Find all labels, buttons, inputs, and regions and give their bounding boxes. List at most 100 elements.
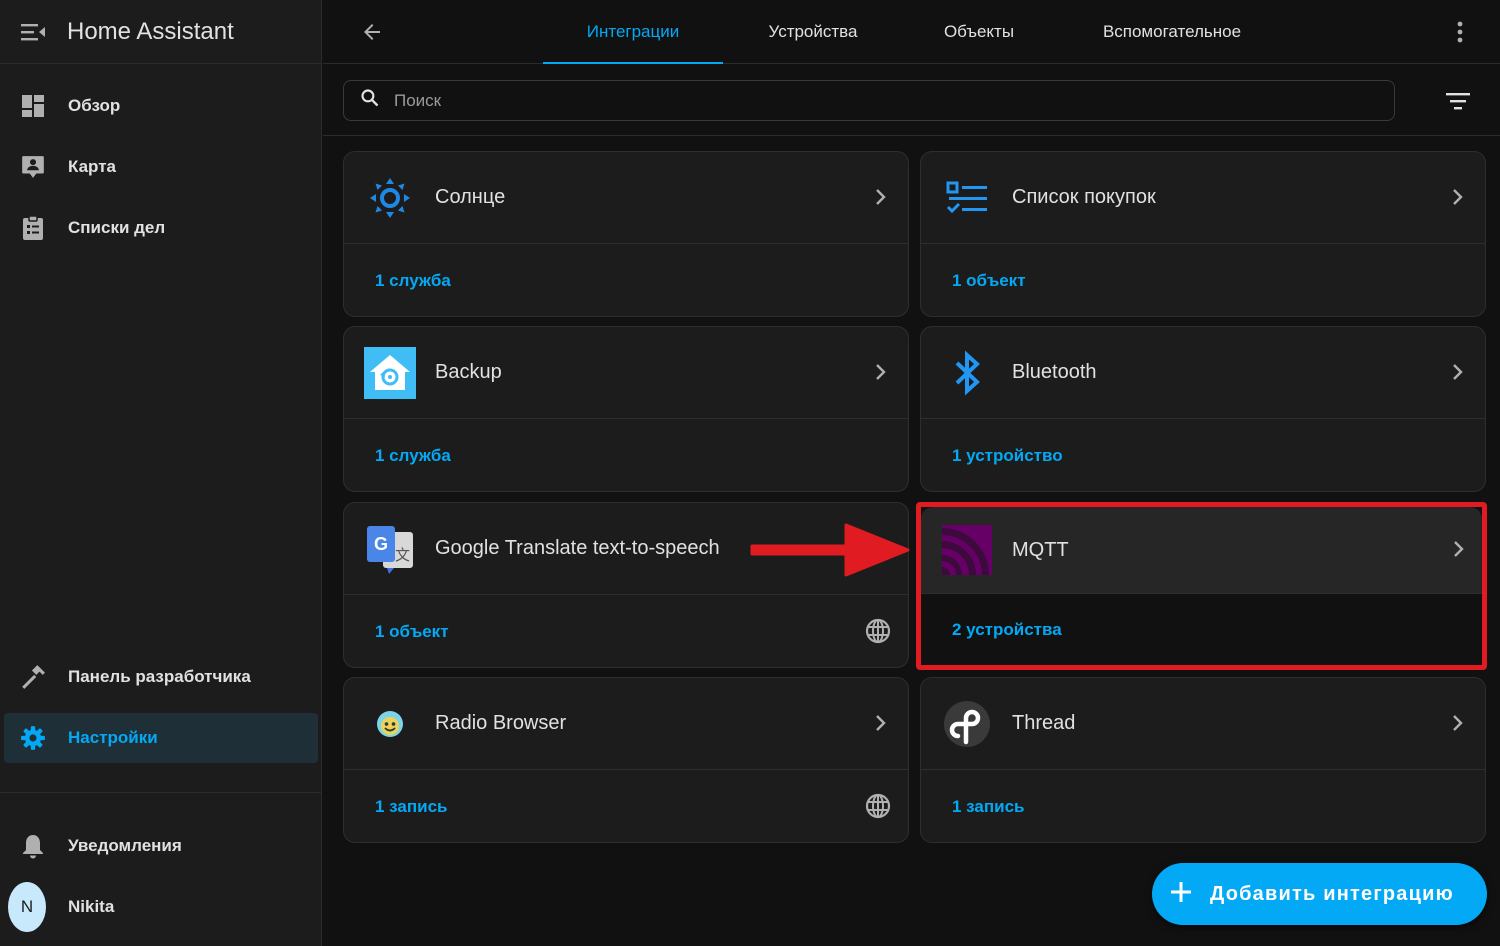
card-title: Thread	[1012, 712, 1076, 734]
card-title: Солнце	[435, 186, 506, 208]
svg-text:G: G	[374, 534, 388, 554]
avatar: N	[8, 882, 46, 932]
card-footer: 2 устройства	[921, 594, 1482, 665]
more-vertical-icon[interactable]	[1446, 18, 1474, 46]
sidebar-divider	[0, 792, 322, 793]
annotation-arrow-icon	[750, 523, 910, 577]
thread-icon	[941, 698, 993, 750]
sidebar-item-overview[interactable]: Обзор	[4, 81, 318, 131]
sidebar-item-label: Уведомления	[68, 836, 182, 855]
globe-icon	[864, 617, 892, 645]
card-footer: 1 служба	[344, 244, 908, 316]
card-header[interactable]: MQTT	[921, 507, 1482, 594]
card-header[interactable]: Bluetooth	[921, 327, 1485, 419]
card-title: Bluetooth	[1012, 361, 1097, 383]
search-input[interactable]	[394, 90, 1294, 111]
sidebar-item-map[interactable]: Карта	[4, 142, 318, 192]
card-title: Radio Browser	[435, 712, 567, 734]
chevron-right-icon[interactable]	[1445, 710, 1471, 736]
mqtt-icon	[941, 524, 993, 576]
tab-helpers[interactable]: Вспомогательное	[1079, 0, 1265, 64]
bluetooth-icon	[941, 347, 993, 399]
bell-icon	[20, 833, 46, 859]
card-footer: 1 устройство	[921, 419, 1485, 491]
card-link[interactable]: 1 запись	[375, 797, 447, 817]
sun-icon	[364, 172, 416, 224]
card-header[interactable]: Солнце	[344, 152, 908, 244]
card-title: Список покупок	[1012, 186, 1156, 208]
chevron-right-icon[interactable]	[868, 710, 894, 736]
chevron-right-icon[interactable]	[868, 359, 894, 385]
integration-card-radio-browser[interactable]: Radio Browser 1 запись	[343, 677, 909, 843]
radio-browser-icon	[364, 698, 416, 750]
card-link[interactable]: 2 устройства	[952, 620, 1062, 640]
card-link[interactable]: 1 запись	[952, 797, 1024, 817]
avatar-wrap: N	[8, 882, 46, 932]
integration-card-thread[interactable]: Thread 1 запись	[920, 677, 1486, 843]
hammer-icon	[20, 664, 46, 690]
sidebar-item-label: Карта	[68, 157, 116, 176]
user-name: Nikita	[68, 897, 115, 916]
sidebar-item-profile[interactable]: N Nikita	[4, 882, 318, 932]
integration-card-backup[interactable]: Backup 1 служба	[343, 326, 909, 492]
sidebar-item-notifications[interactable]: Уведомления	[4, 821, 318, 871]
google-translate-icon: G文	[364, 523, 416, 575]
card-title: MQTT	[1012, 538, 1069, 561]
card-header[interactable]: Список покупок	[921, 152, 1485, 244]
search-row	[323, 65, 1500, 136]
card-footer: 1 служба	[344, 419, 908, 491]
sidebar-item-label: Обзор	[68, 96, 121, 115]
chevron-right-icon[interactable]	[1446, 536, 1472, 562]
integration-card-bluetooth[interactable]: Bluetooth 1 устройство	[920, 326, 1486, 492]
card-link[interactable]: 1 устройство	[952, 446, 1063, 466]
card-link[interactable]: 1 объект	[375, 622, 449, 642]
sidebar-item-label: Настройки	[68, 728, 158, 747]
top-bar: Интеграции Устройства Объекты Вспомогате…	[323, 0, 1500, 64]
app-title: Home Assistant	[67, 17, 234, 45]
sidebar: Home Assistant Обзор Карта Списки дел Па…	[0, 0, 322, 946]
chevron-right-icon[interactable]	[1445, 184, 1471, 210]
card-footer: 1 объект	[344, 595, 908, 667]
card-link[interactable]: 1 служба	[375, 446, 451, 466]
shopping-list-icon	[941, 172, 993, 224]
card-header[interactable]: Radio Browser	[344, 678, 908, 770]
card-title: Google Translate text-to-speech	[435, 537, 720, 559]
card-link[interactable]: 1 служба	[375, 271, 451, 291]
tab-integrations[interactable]: Интеграции	[543, 0, 723, 64]
sidebar-item-todo[interactable]: Списки дел	[4, 203, 318, 253]
card-title: Backup	[435, 361, 502, 383]
integration-card-sun[interactable]: Солнце 1 служба	[343, 151, 909, 317]
card-footer: 1 запись	[921, 770, 1485, 842]
integration-card-mqtt[interactable]: MQTT 2 устройства	[921, 507, 1482, 665]
globe-icon	[864, 792, 892, 820]
svg-text:文: 文	[395, 546, 410, 564]
clipboard-list-icon	[20, 215, 46, 241]
sidebar-header: Home Assistant	[0, 0, 321, 64]
chevron-right-icon[interactable]	[868, 184, 894, 210]
cog-icon	[20, 725, 46, 751]
chevron-right-icon[interactable]	[1445, 359, 1471, 385]
tab-entities[interactable]: Объекты	[909, 0, 1049, 64]
map-account-icon	[20, 154, 46, 180]
card-footer: 1 объект	[921, 244, 1485, 316]
arrow-left-icon[interactable]	[357, 17, 387, 47]
add-integration-button[interactable]: Добавить интеграцию	[1152, 863, 1487, 925]
filter-icon[interactable]	[1444, 87, 1472, 115]
dashboard-icon	[20, 93, 46, 119]
card-footer: 1 запись	[344, 770, 908, 842]
integration-card-shopping-list[interactable]: Список покупок 1 объект	[920, 151, 1486, 317]
sidebar-item-developer-tools[interactable]: Панель разработчика	[4, 652, 318, 702]
card-header[interactable]: Backup	[344, 327, 908, 419]
sidebar-item-settings[interactable]: Настройки	[4, 713, 318, 763]
card-link[interactable]: 1 объект	[952, 271, 1026, 291]
search-box	[343, 80, 1395, 121]
add-integration-label: Добавить интеграцию	[1210, 882, 1454, 905]
search-icon	[360, 88, 380, 113]
menu-toggle-icon[interactable]	[20, 19, 46, 45]
plus-icon	[1170, 881, 1192, 908]
card-header[interactable]: Thread	[921, 678, 1485, 770]
backup-icon	[364, 346, 416, 399]
sidebar-item-label: Панель разработчика	[68, 667, 251, 686]
sidebar-item-label: Списки дел	[68, 218, 166, 237]
tab-devices[interactable]: Устройства	[733, 0, 893, 64]
